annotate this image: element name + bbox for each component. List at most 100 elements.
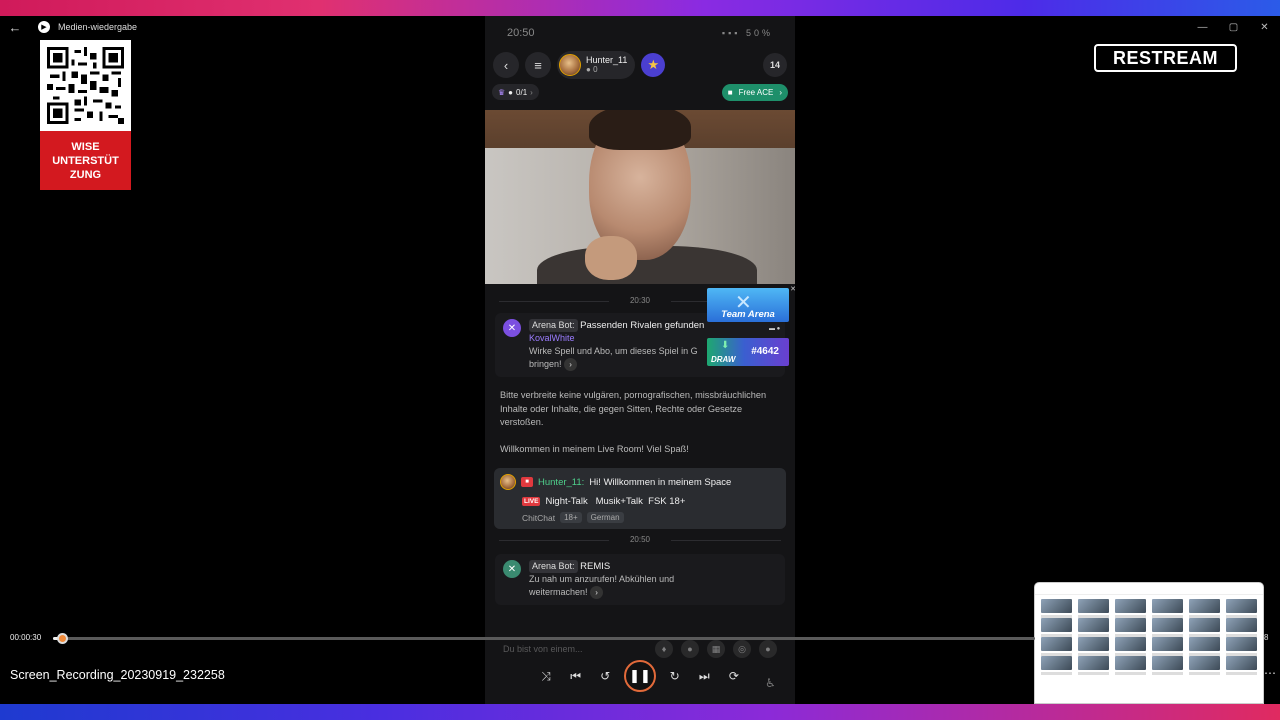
- screen: ← ▶ Medien-wiedergabe — ▢ ✕ WISE UNTERST…: [0, 0, 1280, 720]
- preview-thumb: [1115, 618, 1146, 637]
- seek-bar[interactable]: 00:00:30: [0, 628, 1035, 648]
- preview-thumb: [1152, 618, 1183, 637]
- free-ace-button[interactable]: ■ Free ACE ›: [721, 83, 788, 101]
- bot-message: Passenden Rivalen gefunden: [580, 320, 705, 331]
- phone-screen-recording: 20:50 ▪▪▪ 50% ‹ ≡ Hunter_11 ● 0 ★ 14 ♛ ●…: [485, 16, 795, 704]
- preview-thumb: [1078, 599, 1109, 618]
- preview-thumb: [1152, 599, 1183, 618]
- desktop-gradient-top: [0, 0, 1280, 16]
- shuffle-icon: ⤨: [541, 668, 551, 683]
- room-top-bar: ‹ ≡ Hunter_11 ● 0 ★ 14: [485, 49, 795, 81]
- status-time: 20:50: [507, 26, 535, 39]
- chevron-right-icon: ›: [530, 87, 533, 97]
- host-avatar-small: [500, 474, 516, 491]
- phone-status-bar: 20:50 ▪▪▪ 50%: [485, 16, 795, 49]
- rival-name[interactable]: KovalWhite: [529, 332, 704, 345]
- seek-thumb[interactable]: [56, 633, 68, 644]
- hamburger-icon: ≡: [534, 57, 542, 73]
- bot-name: Arena Bot:: [529, 560, 578, 574]
- bot-subtext-2: weitermachen!: [529, 587, 588, 598]
- pause-button[interactable]: ❚❚: [623, 660, 656, 692]
- chevron-right-icon[interactable]: ›: [564, 358, 578, 372]
- seek-track[interactable]: [53, 633, 1035, 644]
- room-sub-bar: ♛ ● 0/1 › ■ Free ACE ›: [485, 81, 795, 103]
- category-label: ChitChat: [522, 512, 556, 523]
- desktop-gradient-bottom: [0, 704, 1280, 720]
- forward-30-button[interactable]: ↻: [664, 665, 686, 687]
- repeat-button[interactable]: ⟳: [723, 665, 745, 687]
- battery-level: 50%: [745, 27, 773, 38]
- host-video-feed: [485, 110, 795, 284]
- camera-icon: ■: [727, 87, 733, 97]
- more-options-button[interactable]: ⋯: [1264, 666, 1276, 680]
- room-back-button[interactable]: ‹: [493, 52, 519, 78]
- skip-next-icon: ⏭: [698, 668, 710, 683]
- seat-count: 0/1: [516, 87, 528, 97]
- draw-label: DRAW: [711, 355, 736, 364]
- preview-thumb: [1078, 637, 1109, 656]
- preview-thumb: [1189, 656, 1220, 675]
- preview-header: [1035, 583, 1263, 595]
- room-rules-text: Bitte verbreite keine vulgären, pornogra…: [500, 389, 780, 456]
- qr-code-overlay: WISE UNTERSTÜT ZUNG: [40, 40, 131, 190]
- window-controls: — ▢ ✕: [1187, 16, 1280, 38]
- team-arena-banner[interactable]: ✕ Team Arena ✕: [707, 286, 795, 322]
- chevron-right-icon: ›: [779, 87, 782, 97]
- preview-thumb: [1189, 599, 1220, 618]
- person-icon: ●: [508, 87, 514, 97]
- draw-banner[interactable]: ⬇ DRAW #4642: [707, 338, 789, 366]
- forward-icon: ↻: [669, 669, 680, 683]
- shuffle-button[interactable]: ⤨: [535, 665, 557, 687]
- live-badge: LIVE: [522, 497, 541, 507]
- end-time: 8: [1264, 633, 1269, 642]
- host-chat-name: Hunter_11:: [538, 476, 585, 488]
- preview-thumb: [1226, 618, 1257, 637]
- tag-age: 18+: [560, 512, 582, 524]
- download-icon: ⬇: [721, 340, 730, 351]
- chevron-right-icon[interactable]: ›: [590, 586, 604, 600]
- free-ace-label: Free ACE: [738, 87, 774, 97]
- minimize-button[interactable]: —: [1187, 16, 1218, 38]
- bot-subtext: Wirke Spell und Abo, um dieses Spiel in …: [529, 346, 698, 356]
- arena-bot-icon: ✕: [503, 560, 521, 579]
- accessibility-icon[interactable]: ♿: [765, 676, 776, 690]
- draw-number: #4642: [751, 346, 779, 357]
- previous-button[interactable]: ⏮: [565, 665, 587, 687]
- viewer-count[interactable]: 14: [763, 53, 787, 77]
- rewind-icon: ↺: [600, 669, 611, 683]
- menu-button[interactable]: ≡: [525, 52, 551, 78]
- host-name: Hunter_11: [586, 55, 628, 65]
- repeat-icon: ⟳: [728, 669, 739, 683]
- team-arena-label: Team Arena: [721, 309, 775, 320]
- preview-thumb: [1041, 599, 1072, 618]
- next-button[interactable]: ⏭: [693, 665, 715, 687]
- host-info-pill[interactable]: Hunter_11 ● 0: [557, 51, 636, 79]
- host-welcome-card: ■ Hunter_11: Hi! Willkommen in meinem Sp…: [494, 468, 786, 530]
- preview-thumb: [1189, 637, 1220, 656]
- tag-language: German: [586, 512, 624, 524]
- close-icon[interactable]: ✕: [790, 285, 795, 293]
- back-arrow-icon: ←: [8, 19, 22, 35]
- rewind-10-button[interactable]: ↺: [594, 665, 616, 687]
- restream-logo: RESTREAM: [1094, 44, 1237, 72]
- live-camera-icon: ■: [521, 477, 533, 488]
- maximize-button[interactable]: ▢: [1218, 16, 1249, 38]
- crown-icon: ♛: [498, 87, 506, 97]
- seat-pill[interactable]: ♛ ● 0/1 ›: [492, 84, 539, 100]
- live-title: Night-Talk Musik+Talk FSK 18+: [545, 496, 686, 508]
- video-person-hair: [589, 110, 691, 150]
- welcome-text: Willkommen in meinem Live Room! Viel Spa…: [500, 443, 689, 454]
- preview-thumb: [1041, 637, 1072, 656]
- thumbnail-preview: [1034, 582, 1264, 704]
- back-button[interactable]: ←: [0, 16, 30, 38]
- rules-notice: Bitte verbreite keine vulgären, pornogra…: [500, 390, 767, 428]
- playback-controls: ⤨ ⏮ ↺ ❚❚ ↻ ⏭ ⟳: [535, 660, 745, 692]
- host-chat-text: Hi! Willkommen in meinem Space: [589, 476, 732, 488]
- media-player-app-icon: ▶: [38, 21, 50, 33]
- preview-thumb: [1152, 637, 1183, 656]
- preview-thumb: [1115, 599, 1146, 618]
- preview-thumb: [1115, 656, 1146, 675]
- close-button[interactable]: ✕: [1249, 16, 1280, 38]
- skip-previous-icon: ⏮: [570, 668, 582, 683]
- star-icon[interactable]: ★: [641, 53, 666, 77]
